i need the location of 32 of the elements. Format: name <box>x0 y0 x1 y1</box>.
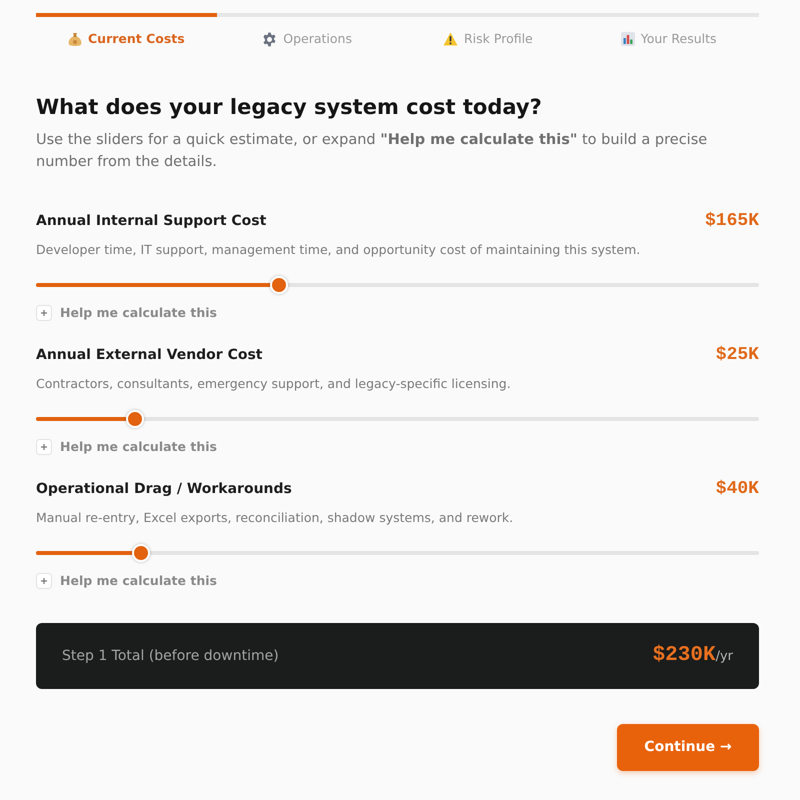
step-tab[interactable]: Risk Profile <box>443 30 533 48</box>
slider-thumb[interactable] <box>132 544 150 562</box>
help-calculate-button[interactable]: Help me calculate this <box>36 572 217 590</box>
continue-button[interactable]: Continue → <box>617 724 759 771</box>
cost-value: $40K <box>716 478 759 500</box>
step-tab[interactable]: Your Results <box>620 30 717 48</box>
bar-chart-icon <box>620 32 635 46</box>
cost-title: Annual External Vendor Cost <box>36 346 262 364</box>
help-calculate-button[interactable]: Help me calculate this <box>36 438 217 456</box>
cost-title: Annual Internal Support Cost <box>36 212 266 230</box>
cost-value: $165K <box>704 210 759 232</box>
slider-thumb[interactable] <box>270 276 288 294</box>
cost-description: Developer time, IT support, management time, and opportunity cost of maintaining this system. <box>36 241 642 259</box>
cost-title: Operational Drag / Workarounds <box>36 480 292 498</box>
total-unit: /yr <box>716 648 733 666</box>
total-label: Step 1 Total (before downtime) <box>62 646 279 666</box>
cost-slider[interactable] <box>36 543 759 563</box>
cost-description: Manual re-entry, Excel exports, reconciliation, shadow systems, and rework. <box>36 509 514 527</box>
cost-slider[interactable] <box>36 409 759 429</box>
total-value: $230K <box>652 643 716 670</box>
page-heading: What does your legacy system cost today? <box>36 94 543 121</box>
gear-icon <box>262 32 278 46</box>
help-calculate-button[interactable]: Help me calculate this <box>36 304 217 322</box>
cost-slider[interactable] <box>36 275 759 295</box>
intro-text: Use the sliders for a quick estimate, or expand "Help me calculate this" to build a precise number from the details. <box>36 131 708 172</box>
slider-thumb[interactable] <box>126 410 144 428</box>
cost-value: $25K <box>716 344 759 366</box>
step-tab[interactable]: Current Costs <box>68 30 185 48</box>
step-tab[interactable]: Operations <box>262 30 352 48</box>
cost-description: Contractors, consultants, emergency support, and legacy-specific licensing. <box>36 375 512 393</box>
warning-icon <box>443 32 458 46</box>
money-bag-icon <box>68 32 82 46</box>
